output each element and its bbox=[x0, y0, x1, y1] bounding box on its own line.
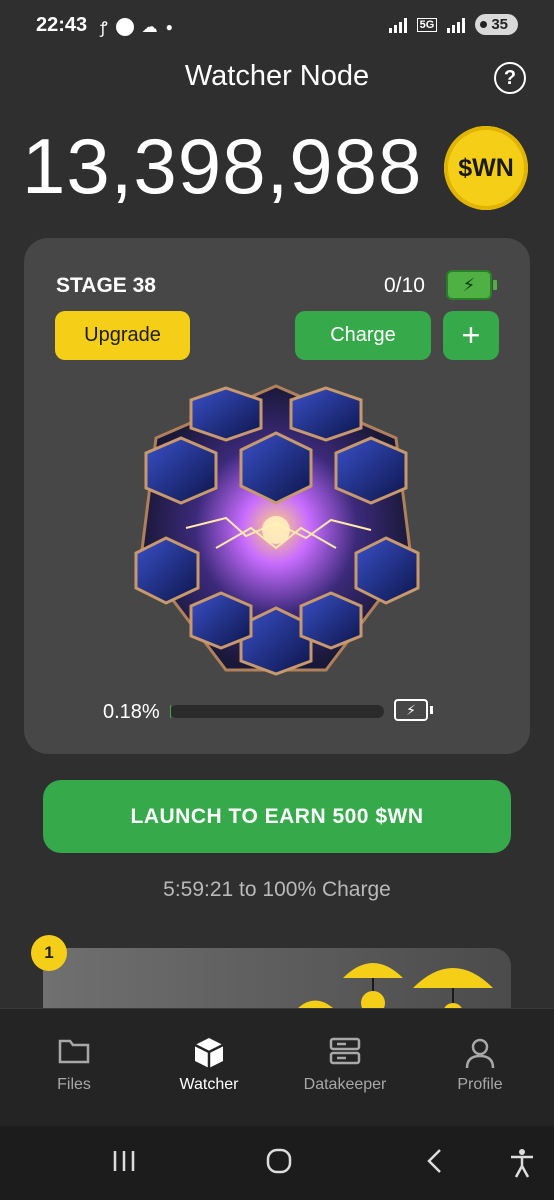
folder-icon bbox=[58, 1039, 90, 1064]
stage-label: STAGE 38 bbox=[56, 274, 156, 297]
nav-item-watcher[interactable]: Watcher bbox=[154, 1036, 264, 1094]
server-icon bbox=[329, 1037, 361, 1065]
status-system-icons: 5G 35 bbox=[388, 14, 518, 35]
watcher-node-image[interactable] bbox=[126, 378, 426, 678]
charge-count: 0/10 bbox=[384, 274, 425, 297]
status-time: 22:43 bbox=[36, 14, 88, 36]
wn-coin-icon: $WN bbox=[444, 126, 528, 210]
recent-apps-icon[interactable] bbox=[111, 1148, 137, 1181]
signal-icon-2 bbox=[447, 17, 466, 33]
coin-token-label: $WN bbox=[458, 153, 514, 182]
nav-label-watcher: Watcher bbox=[179, 1076, 239, 1093]
upgrade-button[interactable]: Upgrade bbox=[55, 311, 190, 360]
accessibility-icon[interactable] bbox=[509, 1148, 535, 1185]
dot-icon: ● bbox=[165, 20, 173, 34]
nav-item-profile[interactable]: Profile bbox=[425, 1036, 535, 1094]
nav-label-files: Files bbox=[57, 1076, 91, 1093]
hearing-icon: ꝭ bbox=[100, 20, 108, 37]
charge-button[interactable]: Charge bbox=[295, 311, 431, 360]
network-type: 5G bbox=[416, 17, 438, 32]
battery-charge-icon: ⚡ bbox=[446, 270, 497, 300]
nav-item-files[interactable]: Files bbox=[19, 1036, 129, 1094]
launch-button[interactable]: LAUNCH TO EARN 500 $WN bbox=[43, 780, 511, 853]
page-title: Watcher Node bbox=[184, 60, 370, 92]
user-icon bbox=[465, 1038, 495, 1069]
charge-timer: 5:59:21 to 100% Charge bbox=[163, 878, 391, 901]
add-charge-button[interactable]: + bbox=[443, 311, 499, 360]
home-icon[interactable] bbox=[266, 1148, 292, 1181]
nav-label-datakeeper: Datakeeper bbox=[303, 1076, 387, 1093]
nav-item-datakeeper[interactable]: Datakeeper bbox=[290, 1036, 400, 1094]
signal-icon bbox=[388, 17, 407, 33]
charging-battery-icon: ⚡ bbox=[394, 699, 433, 721]
status-notification-icons: ꝭ ☁ ● bbox=[100, 16, 173, 38]
status-bar: 22:43 ꝭ ☁ ● 5G 35 bbox=[0, 0, 554, 52]
progress-percent: 0.18% bbox=[103, 701, 160, 723]
help-button[interactable]: ? bbox=[494, 62, 526, 94]
app-s-icon bbox=[115, 18, 134, 36]
promo-badge: 1 bbox=[31, 935, 67, 971]
back-icon[interactable] bbox=[424, 1148, 446, 1181]
cube-icon bbox=[194, 1038, 224, 1068]
battery-indicator: 35 bbox=[475, 14, 518, 35]
cloud-icon: ☁ bbox=[141, 19, 158, 36]
balance-amount: 13,398,988 bbox=[22, 122, 423, 210]
nav-label-profile: Profile bbox=[457, 1076, 503, 1093]
progress-bar bbox=[170, 705, 384, 718]
